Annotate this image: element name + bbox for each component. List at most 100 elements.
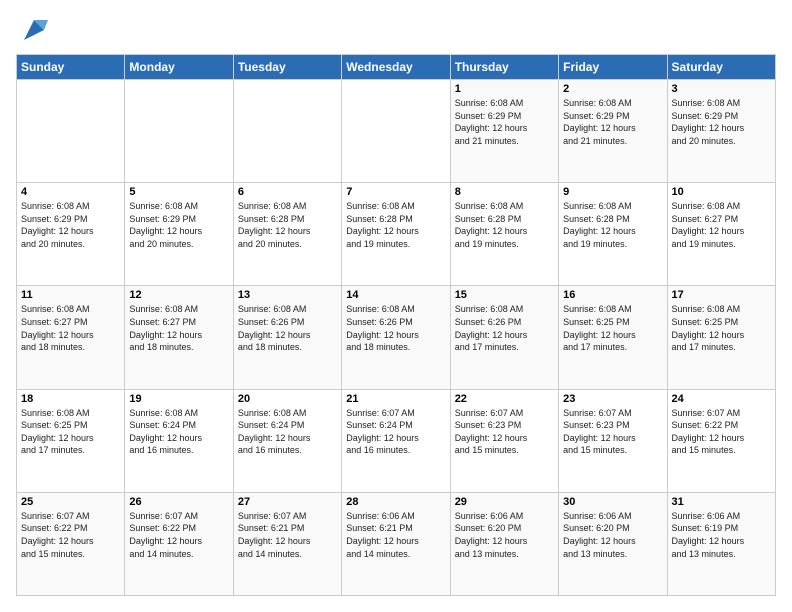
calendar-cell: 5 Sunrise: 6:08 AM Sunset: 6:29 PM Daylig… (125, 183, 233, 286)
calendar-cell: 19 Sunrise: 6:08 AM Sunset: 6:24 PM Dayli… (125, 389, 233, 492)
day-info: Sunrise: 6:08 AM Sunset: 6:29 PM Dayligh… (129, 200, 228, 250)
day-info: Sunrise: 6:08 AM Sunset: 6:28 PM Dayligh… (455, 200, 554, 250)
day-number: 20 (238, 393, 337, 405)
calendar-cell: 15 Sunrise: 6:08 AM Sunset: 6:26 PM Dayli… (450, 286, 558, 389)
day-info: Sunrise: 6:07 AM Sunset: 6:24 PM Dayligh… (346, 407, 445, 457)
week-row-1: 1Sunrise: 6:08 AM Sunset: 6:29 PM Daylig… (17, 80, 776, 183)
calendar-cell: 3 Sunrise: 6:08 AM Sunset: 6:29 PM Daylig… (667, 80, 775, 183)
day-number: 3 (672, 83, 771, 95)
week-row-3: 11 Sunrise: 6:08 AM Sunset: 6:27 PM Dayli… (17, 286, 776, 389)
calendar-cell: 11Sunrise: 6:08 AM Sunset: 6:27 PM Dayli… (17, 286, 125, 389)
calendar-cell: 9 Sunrise: 6:08 AM Sunset: 6:28 PM Daylig… (559, 183, 667, 286)
day-info: Sunrise: 6:06 AM Sunset: 6:20 PM Dayligh… (455, 510, 554, 560)
day-number: 25 (21, 496, 120, 508)
day-info: Sunrise: 6:08 AM Sunset: 6:25 PM Dayligh… (21, 407, 120, 457)
day-number: 21 (346, 393, 445, 405)
weekday-header-thursday: Thursday (450, 55, 558, 80)
weekday-header-tuesday: Tuesday (233, 55, 341, 80)
day-number: 2 (563, 83, 662, 95)
calendar-cell: 31 Sunrise: 6:06 AM Sunset: 6:19 PM Dayli… (667, 492, 775, 595)
calendar-cell: 25 Sunrise: 6:07 AM Sunset: 6:22 PM Dayli… (17, 492, 125, 595)
day-number: 30 (563, 496, 662, 508)
calendar-cell: 4 Sunrise: 6:08 AM Sunset: 6:29 PM Daylig… (17, 183, 125, 286)
page: SundayMondayTuesdayWednesdayThursdayFrid… (0, 0, 792, 612)
day-info: Sunrise: 6:08 AM Sunset: 6:27 PM Dayligh… (672, 200, 771, 250)
calendar-cell: 6 Sunrise: 6:08 AM Sunset: 6:28 PM Daylig… (233, 183, 341, 286)
week-row-4: 18 Sunrise: 6:08 AM Sunset: 6:25 PM Dayli… (17, 389, 776, 492)
day-number: 8 (455, 186, 554, 198)
calendar-cell: 13 Sunrise: 6:08 AM Sunset: 6:26 PM Dayli… (233, 286, 341, 389)
day-number: 9 (563, 186, 662, 198)
calendar-cell (233, 80, 341, 183)
day-info: Sunrise: 6:08 AM Sunset: 6:27 PM Dayligh… (129, 303, 228, 353)
day-info: Sunrise: 6:06 AM Sunset: 6:21 PM Dayligh… (346, 510, 445, 560)
calendar-cell: 14 Sunrise: 6:08 AM Sunset: 6:26 PM Dayli… (342, 286, 450, 389)
day-info: Sunrise: 6:08 AM Sunset: 6:28 PM Dayligh… (346, 200, 445, 250)
calendar-cell (342, 80, 450, 183)
calendar-cell: 28 Sunrise: 6:06 AM Sunset: 6:21 PM Dayli… (342, 492, 450, 595)
day-number: 18 (21, 393, 120, 405)
calendar-cell: 23Sunrise: 6:07 AM Sunset: 6:23 PM Dayli… (559, 389, 667, 492)
weekday-header-row: SundayMondayTuesdayWednesdayThursdayFrid… (17, 55, 776, 80)
day-number: 24 (672, 393, 771, 405)
calendar-cell: 16Sunrise: 6:08 AM Sunset: 6:25 PM Dayli… (559, 286, 667, 389)
calendar-cell (125, 80, 233, 183)
day-info: Sunrise: 6:08 AM Sunset: 6:25 PM Dayligh… (563, 303, 662, 353)
calendar: SundayMondayTuesdayWednesdayThursdayFrid… (16, 54, 776, 596)
calendar-cell: 27 Sunrise: 6:07 AM Sunset: 6:21 PM Dayli… (233, 492, 341, 595)
week-row-5: 25 Sunrise: 6:07 AM Sunset: 6:22 PM Dayli… (17, 492, 776, 595)
day-number: 10 (672, 186, 771, 198)
day-number: 12 (129, 289, 228, 301)
day-info: Sunrise: 6:08 AM Sunset: 6:26 PM Dayligh… (455, 303, 554, 353)
calendar-cell: 7 Sunrise: 6:08 AM Sunset: 6:28 PM Daylig… (342, 183, 450, 286)
day-number: 28 (346, 496, 445, 508)
calendar-cell: 2Sunrise: 6:08 AM Sunset: 6:29 PM Daylig… (559, 80, 667, 183)
day-info: Sunrise: 6:08 AM Sunset: 6:29 PM Dayligh… (672, 97, 771, 147)
day-number: 11 (21, 289, 120, 301)
day-info: Sunrise: 6:06 AM Sunset: 6:19 PM Dayligh… (672, 510, 771, 560)
day-number: 29 (455, 496, 554, 508)
day-number: 23 (563, 393, 662, 405)
day-info: Sunrise: 6:08 AM Sunset: 6:29 PM Dayligh… (21, 200, 120, 250)
day-number: 19 (129, 393, 228, 405)
calendar-cell: 29 Sunrise: 6:06 AM Sunset: 6:20 PM Dayli… (450, 492, 558, 595)
day-number: 7 (346, 186, 445, 198)
calendar-cell: 26Sunrise: 6:07 AM Sunset: 6:22 PM Dayli… (125, 492, 233, 595)
day-info: Sunrise: 6:08 AM Sunset: 6:26 PM Dayligh… (238, 303, 337, 353)
day-number: 13 (238, 289, 337, 301)
day-number: 15 (455, 289, 554, 301)
day-info: Sunrise: 6:08 AM Sunset: 6:28 PM Dayligh… (563, 200, 662, 250)
calendar-cell: 30 Sunrise: 6:06 AM Sunset: 6:20 PM Dayli… (559, 492, 667, 595)
weekday-header-saturday: Saturday (667, 55, 775, 80)
day-info: Sunrise: 6:08 AM Sunset: 6:29 PM Dayligh… (455, 97, 554, 147)
weekday-header-monday: Monday (125, 55, 233, 80)
weekday-header-wednesday: Wednesday (342, 55, 450, 80)
calendar-cell: 1Sunrise: 6:08 AM Sunset: 6:29 PM Daylig… (450, 80, 558, 183)
day-info: Sunrise: 6:07 AM Sunset: 6:22 PM Dayligh… (21, 510, 120, 560)
calendar-cell: 20Sunrise: 6:08 AM Sunset: 6:24 PM Dayli… (233, 389, 341, 492)
week-row-2: 4 Sunrise: 6:08 AM Sunset: 6:29 PM Daylig… (17, 183, 776, 286)
day-number: 4 (21, 186, 120, 198)
header (16, 16, 776, 44)
day-number: 26 (129, 496, 228, 508)
calendar-cell: 17Sunrise: 6:08 AM Sunset: 6:25 PM Dayli… (667, 286, 775, 389)
day-info: Sunrise: 6:08 AM Sunset: 6:24 PM Dayligh… (129, 407, 228, 457)
logo-icon (20, 16, 48, 44)
day-number: 6 (238, 186, 337, 198)
day-info: Sunrise: 6:07 AM Sunset: 6:22 PM Dayligh… (672, 407, 771, 457)
logo (16, 16, 48, 44)
day-number: 5 (129, 186, 228, 198)
calendar-cell: 18 Sunrise: 6:08 AM Sunset: 6:25 PM Dayli… (17, 389, 125, 492)
calendar-cell: 21 Sunrise: 6:07 AM Sunset: 6:24 PM Dayli… (342, 389, 450, 492)
day-info: Sunrise: 6:07 AM Sunset: 6:21 PM Dayligh… (238, 510, 337, 560)
calendar-cell (17, 80, 125, 183)
day-number: 31 (672, 496, 771, 508)
day-info: Sunrise: 6:08 AM Sunset: 6:26 PM Dayligh… (346, 303, 445, 353)
day-info: Sunrise: 6:06 AM Sunset: 6:20 PM Dayligh… (563, 510, 662, 560)
day-number: 27 (238, 496, 337, 508)
day-info: Sunrise: 6:08 AM Sunset: 6:25 PM Dayligh… (672, 303, 771, 353)
day-number: 14 (346, 289, 445, 301)
calendar-cell: 12 Sunrise: 6:08 AM Sunset: 6:27 PM Dayli… (125, 286, 233, 389)
day-info: Sunrise: 6:08 AM Sunset: 6:28 PM Dayligh… (238, 200, 337, 250)
weekday-header-sunday: Sunday (17, 55, 125, 80)
